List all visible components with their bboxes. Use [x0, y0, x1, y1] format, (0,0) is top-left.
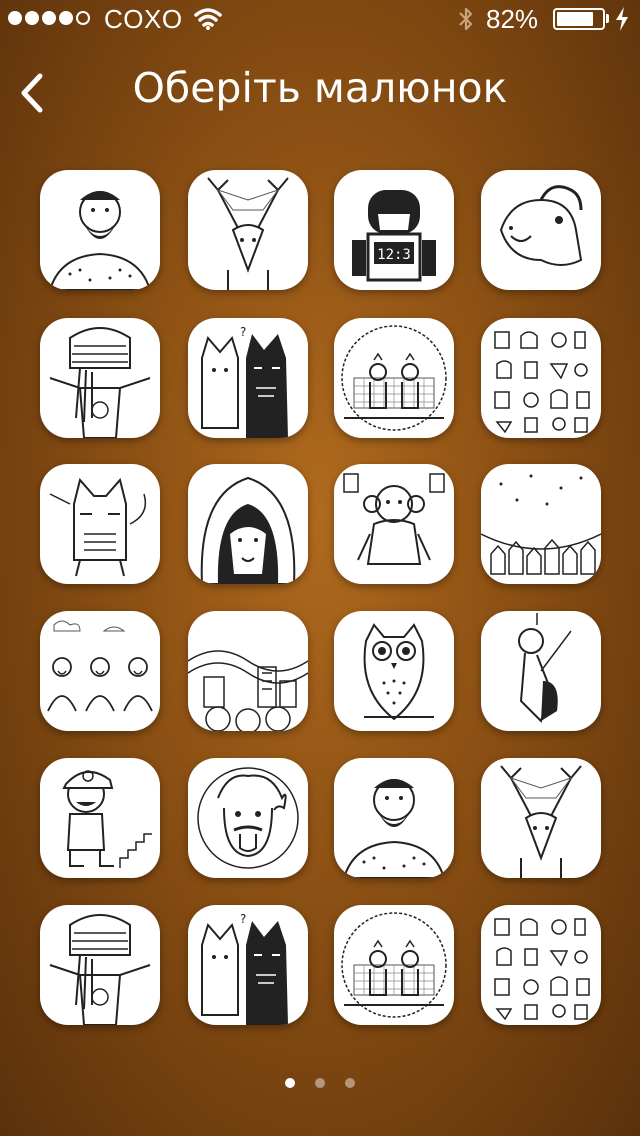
signal-strength-icon: [8, 11, 90, 25]
bearded-man-drawing-icon: [342, 779, 446, 878]
drawing-tile[interactable]: [481, 758, 601, 878]
hooded-lion-drawing-icon: [200, 476, 296, 584]
couple-drawing-icon: [341, 912, 447, 1018]
navigation-bar: Оберіть малюнок: [0, 40, 640, 140]
drawing-tile[interactable]: [481, 905, 601, 1025]
wifi-icon: [194, 6, 222, 37]
three-men-drawing-icon: [47, 620, 153, 712]
town-drawing-icon: [481, 474, 601, 575]
page-dot[interactable]: [345, 1078, 355, 1088]
drawing-tile[interactable]: 12:3: [334, 170, 454, 290]
drawing-tile[interactable]: [334, 464, 454, 584]
cat-drawing-icon: [49, 477, 147, 577]
status-bar: COXO 82%: [0, 0, 640, 38]
page-title: Оберіть малюнок: [132, 64, 508, 112]
drawing-tile[interactable]: [40, 611, 160, 731]
battery-tip: [606, 14, 609, 23]
horse-drawing-icon: [499, 185, 583, 266]
drawing-tile[interactable]: [481, 318, 601, 438]
page-dot[interactable]: [285, 1078, 295, 1088]
drawing-tile[interactable]: [40, 170, 160, 290]
astronaut-drawing-icon: [518, 613, 572, 723]
monkey-drawing-icon: [343, 473, 445, 565]
drawing-tile[interactable]: [40, 464, 160, 584]
drawing-tile[interactable]: [334, 611, 454, 731]
city-waves-drawing-icon: [188, 650, 308, 731]
drawing-tile[interactable]: [334, 758, 454, 878]
plumber-drawing-icon: [62, 770, 152, 868]
charging-icon: [614, 6, 630, 39]
deer-drawing-icon: [500, 765, 582, 878]
battery-percent: 82%: [486, 4, 539, 34]
drawing-tile[interactable]: [40, 905, 160, 1025]
rasta-man-drawing-icon: [49, 914, 151, 1025]
bearded-man-drawing-icon: [48, 191, 152, 290]
carrier-name: COXO: [104, 4, 183, 34]
battery-icon: [553, 8, 605, 30]
einstein-drawing-icon: [197, 767, 299, 869]
drawing-tile[interactable]: [481, 170, 601, 290]
deer-drawing-icon: [207, 177, 289, 290]
drawing-tile[interactable]: [40, 758, 160, 878]
bluetooth-icon: [457, 6, 475, 39]
drawing-tile[interactable]: [40, 318, 160, 438]
two-cats-drawing-icon: ?: [201, 325, 288, 438]
drawing-tile[interactable]: [481, 611, 601, 731]
drawing-tile[interactable]: ?: [188, 905, 308, 1025]
svg-text:?: ?: [240, 325, 246, 339]
drawing-tile[interactable]: [481, 464, 601, 584]
robot-clock-drawing-icon: 12:3: [352, 190, 436, 282]
drawing-tile[interactable]: [188, 170, 308, 290]
drawing-tile[interactable]: [188, 611, 308, 731]
rasta-man-drawing-icon: [49, 327, 151, 438]
owl-drawing-icon: [363, 623, 434, 721]
svg-text:12:3: 12:3: [377, 247, 411, 263]
svg-text:?: ?: [240, 912, 246, 926]
drawing-tile[interactable]: [334, 318, 454, 438]
two-cats-drawing-icon: ?: [201, 912, 288, 1025]
drawing-tile[interactable]: ?: [188, 318, 308, 438]
couple-drawing-icon: [341, 325, 447, 431]
pattern-drawing-icon: [494, 331, 590, 434]
page-indicator: [0, 1078, 640, 1088]
pattern-drawing-icon: [494, 918, 590, 1021]
drawing-tile[interactable]: [334, 905, 454, 1025]
drawing-tile[interactable]: [188, 464, 308, 584]
drawing-tile[interactable]: [188, 758, 308, 878]
page-dot[interactable]: [315, 1078, 325, 1088]
